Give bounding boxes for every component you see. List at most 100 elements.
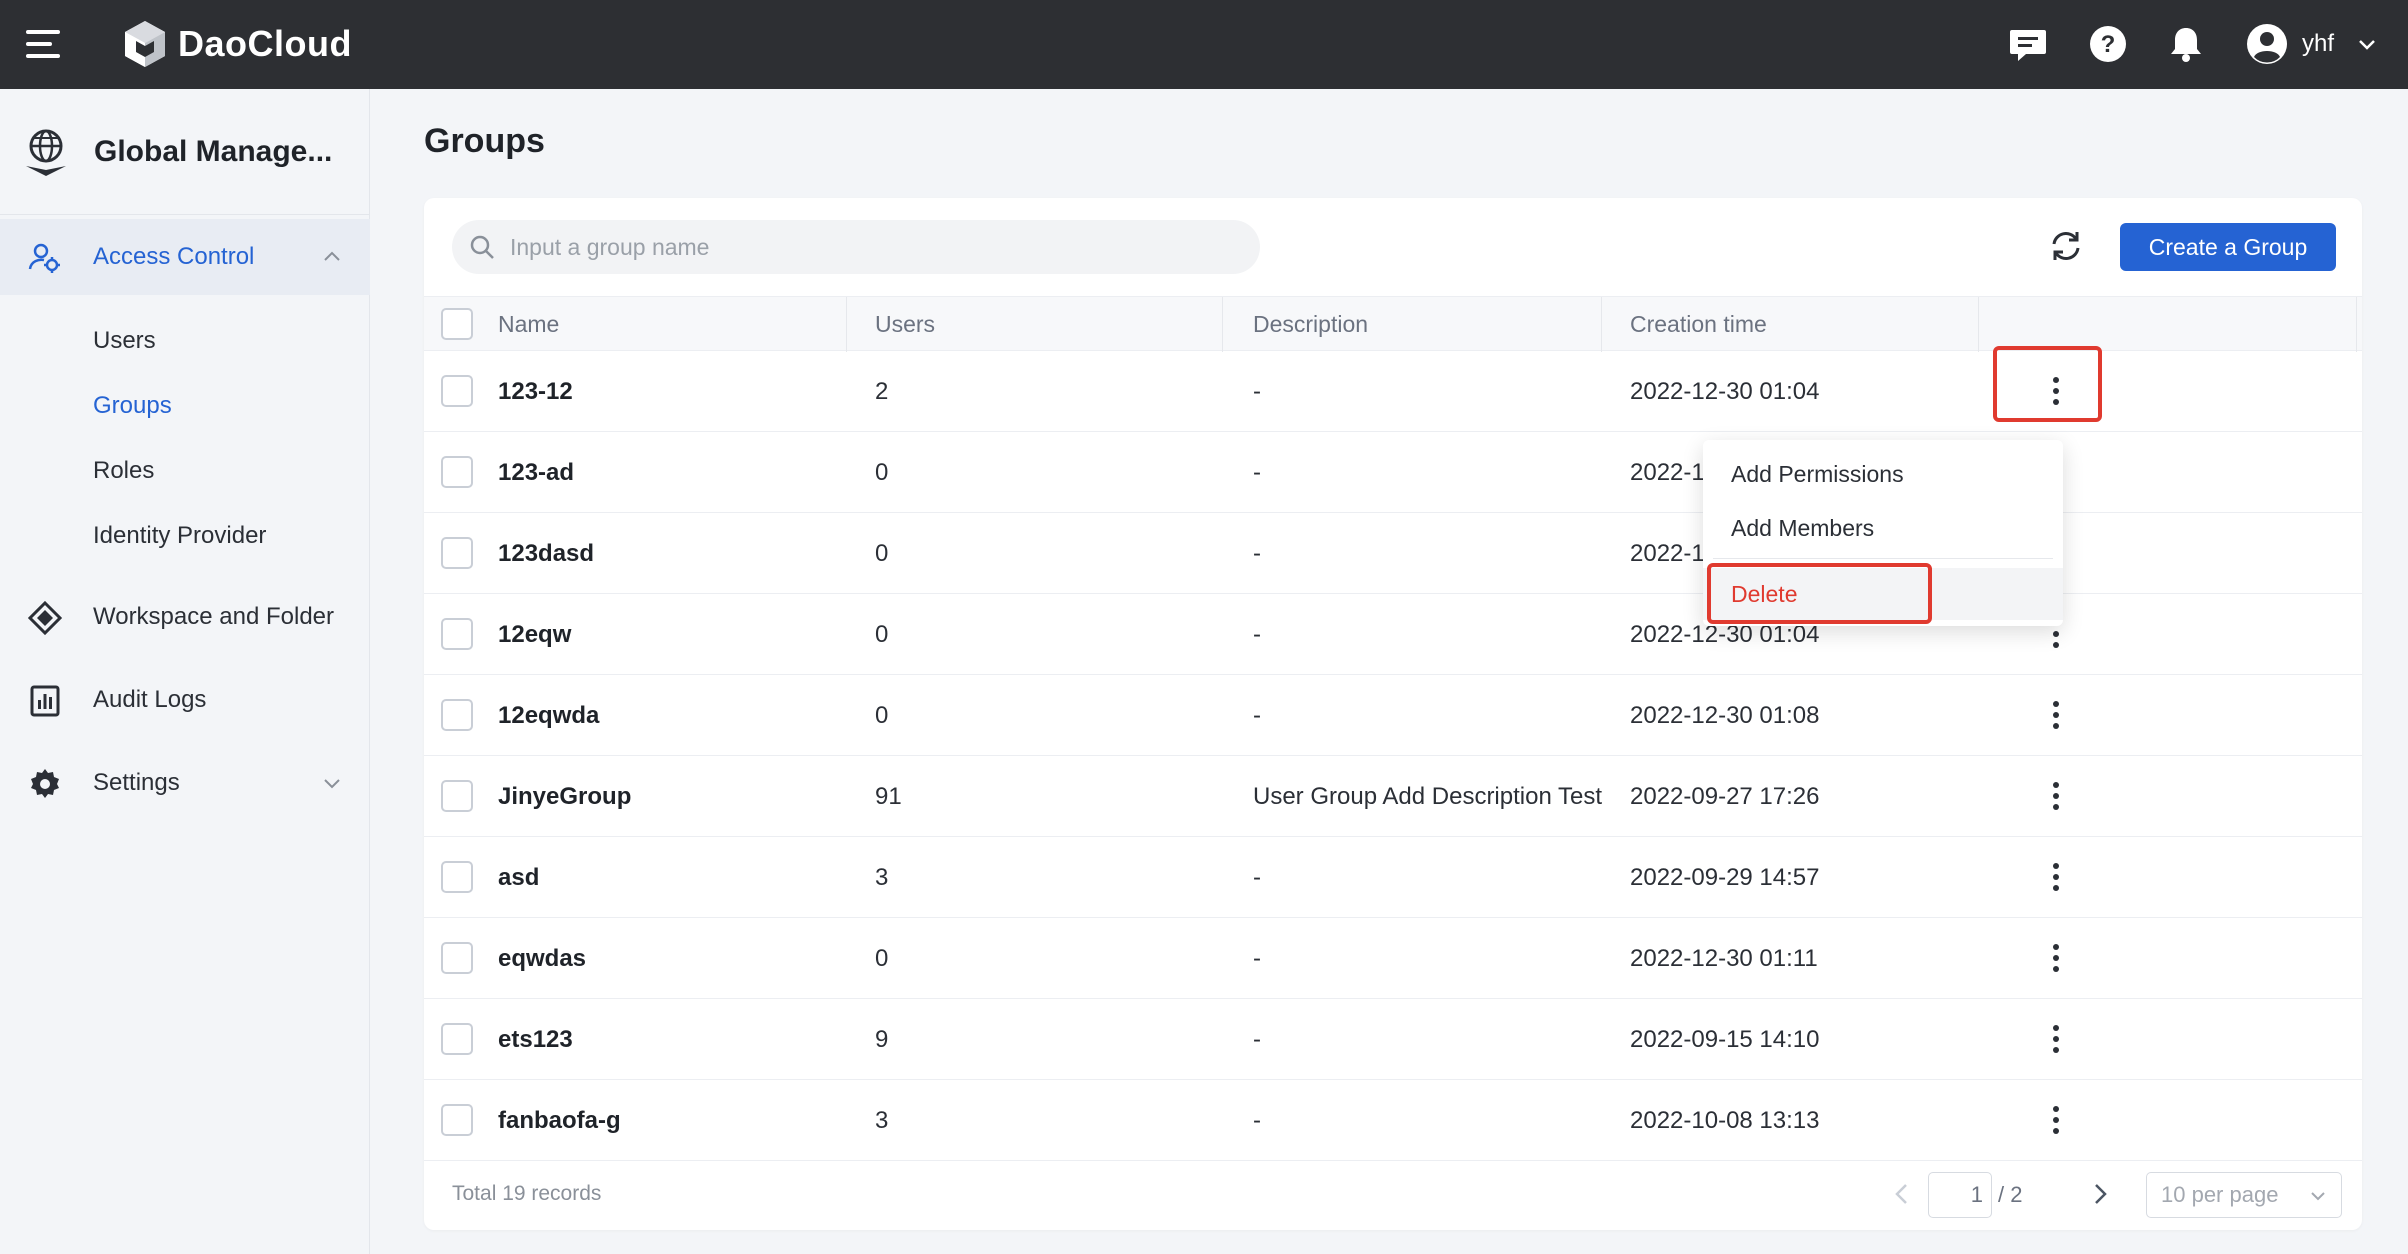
- more-actions-icon[interactable]: [2034, 369, 2078, 413]
- row-checkbox[interactable]: [441, 861, 473, 893]
- per-page-value: 10 per page: [2161, 1182, 2279, 1207]
- row-checkbox[interactable]: [441, 780, 473, 812]
- table-row[interactable]: eqwdas 0 - 2022-12-30 01:11: [424, 918, 2362, 999]
- sidebar-item-roles[interactable]: Roles: [93, 457, 154, 485]
- group-created: 2022-1: [1630, 458, 1705, 486]
- group-name[interactable]: 12eqwda: [498, 675, 599, 756]
- table-row[interactable]: 123dasd 0 - 2022-1: [424, 513, 2362, 594]
- top-bar: DaoCloud ? yhf: [0, 0, 2408, 89]
- group-name[interactable]: 12eqw: [498, 594, 571, 675]
- group-created: 2022-12-30 01:04: [1630, 377, 1820, 405]
- menu-divider: [1713, 558, 2053, 559]
- column-divider: [1222, 297, 1223, 352]
- user-menu[interactable]: yhf: [2246, 22, 2378, 66]
- table-row[interactable]: JinyeGroup 91 User Group Add Description…: [424, 756, 2362, 837]
- refresh-icon[interactable]: [2046, 226, 2086, 266]
- message-icon[interactable]: [2008, 24, 2048, 64]
- group-description: -: [1253, 620, 1261, 648]
- group-description: User Group Add Description Test: [1253, 782, 1603, 810]
- group-name[interactable]: asd: [498, 837, 539, 918]
- row-checkbox[interactable]: [441, 699, 473, 731]
- column-divider: [1601, 297, 1602, 352]
- module-header[interactable]: Global Manage...: [0, 89, 370, 215]
- row-checkbox[interactable]: [441, 1023, 473, 1055]
- menu-item-delete[interactable]: Delete: [1703, 568, 2063, 620]
- column-creation-time[interactable]: Creation time: [1630, 297, 1767, 352]
- chevron-left-icon[interactable]: [1888, 1180, 1916, 1208]
- more-actions-icon[interactable]: [2034, 1098, 2078, 1142]
- table-row[interactable]: 12eqwda 0 - 2022-12-30 01:08: [424, 675, 2362, 756]
- sidebar-item-users[interactable]: Users: [93, 327, 156, 355]
- chevron-up-icon: [324, 251, 340, 261]
- nav-settings[interactable]: Settings: [0, 745, 370, 821]
- nav-workspace-folder[interactable]: Workspace and Folder: [0, 579, 370, 655]
- more-actions-icon[interactable]: [2034, 774, 2078, 818]
- column-name[interactable]: Name: [498, 297, 559, 352]
- total-records: Total 19 records: [452, 1182, 602, 1205]
- column-description[interactable]: Description: [1253, 297, 1368, 352]
- nav-access-control-label: Access Control: [93, 243, 255, 270]
- table-row[interactable]: 123-ad 0 - 2022-1: [424, 432, 2362, 513]
- access-control-icon: [28, 243, 60, 273]
- group-users: 2: [875, 377, 889, 405]
- select-all-checkbox[interactable]: [441, 308, 473, 340]
- row-checkbox[interactable]: [441, 456, 473, 488]
- group-users: 9: [875, 1025, 889, 1053]
- group-description: -: [1253, 1025, 1261, 1053]
- more-actions-icon[interactable]: [2034, 936, 2078, 980]
- group-description: -: [1253, 377, 1261, 405]
- group-name[interactable]: 123-12: [498, 351, 573, 432]
- table-row[interactable]: fanbaofa-g 3 - 2022-10-08 13:13: [424, 1080, 2362, 1161]
- group-name[interactable]: fanbaofa-g: [498, 1080, 621, 1161]
- row-checkbox[interactable]: [441, 537, 473, 569]
- audit-logs-icon: [30, 685, 60, 717]
- table-header: Name Users Description Creation time: [424, 296, 2362, 352]
- row-checkbox[interactable]: [441, 942, 473, 974]
- group-users: 0: [875, 458, 889, 486]
- sidebar-item-groups[interactable]: Groups: [93, 392, 172, 420]
- nav-settings-label: Settings: [93, 769, 180, 796]
- group-description: -: [1253, 1106, 1261, 1134]
- row-checkbox[interactable]: [441, 1104, 473, 1136]
- workspace-icon: [28, 601, 62, 635]
- table-row[interactable]: ets123 9 - 2022-09-15 14:10: [424, 999, 2362, 1080]
- group-name[interactable]: eqwdas: [498, 918, 586, 999]
- more-actions-icon[interactable]: [2034, 693, 2078, 737]
- group-users: 3: [875, 1106, 889, 1134]
- svg-text:?: ?: [2101, 31, 2116, 58]
- row-checkbox[interactable]: [441, 618, 473, 650]
- table-row[interactable]: 123-12 2 - 2022-12-30 01:04: [424, 351, 2362, 432]
- create-group-button[interactable]: Create a Group: [2120, 223, 2336, 271]
- menu-item-add-members[interactable]: Add Members: [1703, 502, 2063, 554]
- gear-icon: [31, 769, 59, 798]
- row-checkbox[interactable]: [441, 375, 473, 407]
- group-name[interactable]: 123dasd: [498, 513, 594, 594]
- column-users[interactable]: Users: [875, 297, 935, 352]
- menu-item-add-permissions[interactable]: Add Permissions: [1703, 448, 2063, 500]
- column-divider: [2356, 297, 2357, 352]
- chevron-right-icon[interactable]: [2086, 1180, 2114, 1208]
- nav-access-control[interactable]: Access Control: [0, 219, 370, 295]
- menu-icon[interactable]: [26, 30, 60, 58]
- search-field[interactable]: [452, 220, 1260, 274]
- sidebar-item-identity-provider[interactable]: Identity Provider: [93, 522, 266, 550]
- group-users: 3: [875, 863, 889, 891]
- nav-audit-logs[interactable]: Audit Logs: [0, 662, 370, 738]
- group-name[interactable]: JinyeGroup: [498, 756, 631, 837]
- group-name[interactable]: 123-ad: [498, 432, 574, 513]
- group-users: 0: [875, 620, 889, 648]
- table-row[interactable]: asd 3 - 2022-09-29 14:57: [424, 837, 2362, 918]
- table-row[interactable]: 12eqw 0 - 2022-12-30 01:04: [424, 594, 2362, 675]
- more-actions-icon[interactable]: [2034, 1017, 2078, 1061]
- group-name[interactable]: ets123: [498, 999, 573, 1080]
- help-icon[interactable]: ?: [2088, 24, 2128, 64]
- bell-icon[interactable]: [2166, 24, 2206, 64]
- brand-logo[interactable]: DaoCloud: [122, 18, 352, 70]
- page-number-input[interactable]: 1: [1928, 1172, 1992, 1218]
- more-actions-icon[interactable]: [2034, 855, 2078, 899]
- group-created: 2022-09-29 14:57: [1630, 863, 1820, 891]
- search-input[interactable]: [510, 233, 1210, 261]
- per-page-select[interactable]: 10 per page: [2146, 1172, 2342, 1218]
- chevron-down-icon: [2311, 1192, 2325, 1201]
- logo-icon: [125, 21, 165, 67]
